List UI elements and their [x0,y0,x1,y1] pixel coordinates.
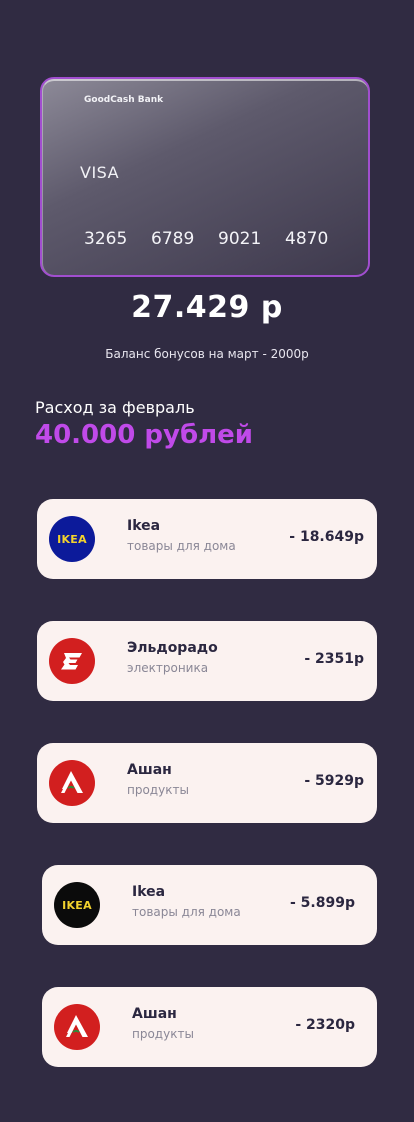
logo-text: IKEA [62,898,92,912]
transaction-amount: - 5929р [304,773,364,789]
merchant-category: продукты [127,783,189,797]
card-number-group: 3265 [84,229,128,249]
transaction-amount: - 2351р [304,651,364,667]
bank-name: GoodCash Bank [84,95,164,105]
merchant-name: Ашан [127,762,172,778]
merchant-category: товары для дома [132,905,241,919]
merchant-name: Ikea [127,518,161,534]
auchan-logo-icon [49,760,95,806]
logo-text: IKEA [57,532,87,546]
ikea-logo-icon: IKEA [54,882,100,928]
card-brand: VISA [80,163,120,182]
eldorado-logo-icon [49,638,95,684]
transaction-item[interactable]: IKEA Ikea товары для дома - 5.899р [42,865,377,945]
bank-card[interactable]: GoodCash Bank VISA 3265 6789 9021 4870 [40,77,370,277]
transaction-item[interactable]: Ашан продукты - 2320р [42,987,377,1067]
merchant-category: товары для дома [127,539,236,553]
transaction-amount: - 2320р [295,1017,355,1033]
transaction-item[interactable]: Эльдорадо электроника - 2351р [37,621,377,701]
merchant-category: электроника [127,661,209,675]
auchan-logo-icon [54,1004,100,1050]
transaction-item[interactable]: Ашан продукты - 5929р [37,743,377,823]
card-number: 3265 6789 9021 4870 [84,229,352,249]
merchant-category: продукты [132,1027,194,1041]
expense-label: Расход за февраль [35,398,195,417]
card-number-group: 6789 [151,229,195,249]
card-number-group: 4870 [285,229,329,249]
transaction-item[interactable]: IKEA Ikea товары для дома - 18.649р [37,499,377,579]
ikea-logo-icon: IKEA [49,516,95,562]
bonus-balance-text: Баланс бонусов на март - 2000р [105,347,309,361]
expense-amount: 40.000 рублей [35,420,253,450]
merchant-name: Ikea [132,884,166,900]
merchant-name: Эльдорадо [127,640,218,656]
merchant-name: Ашан [132,1006,177,1022]
card-number-group: 9021 [218,229,262,249]
transaction-amount: - 5.899р [290,895,355,911]
balance-amount: 27.429 р [131,290,283,325]
transaction-amount: - 18.649р [289,529,364,545]
